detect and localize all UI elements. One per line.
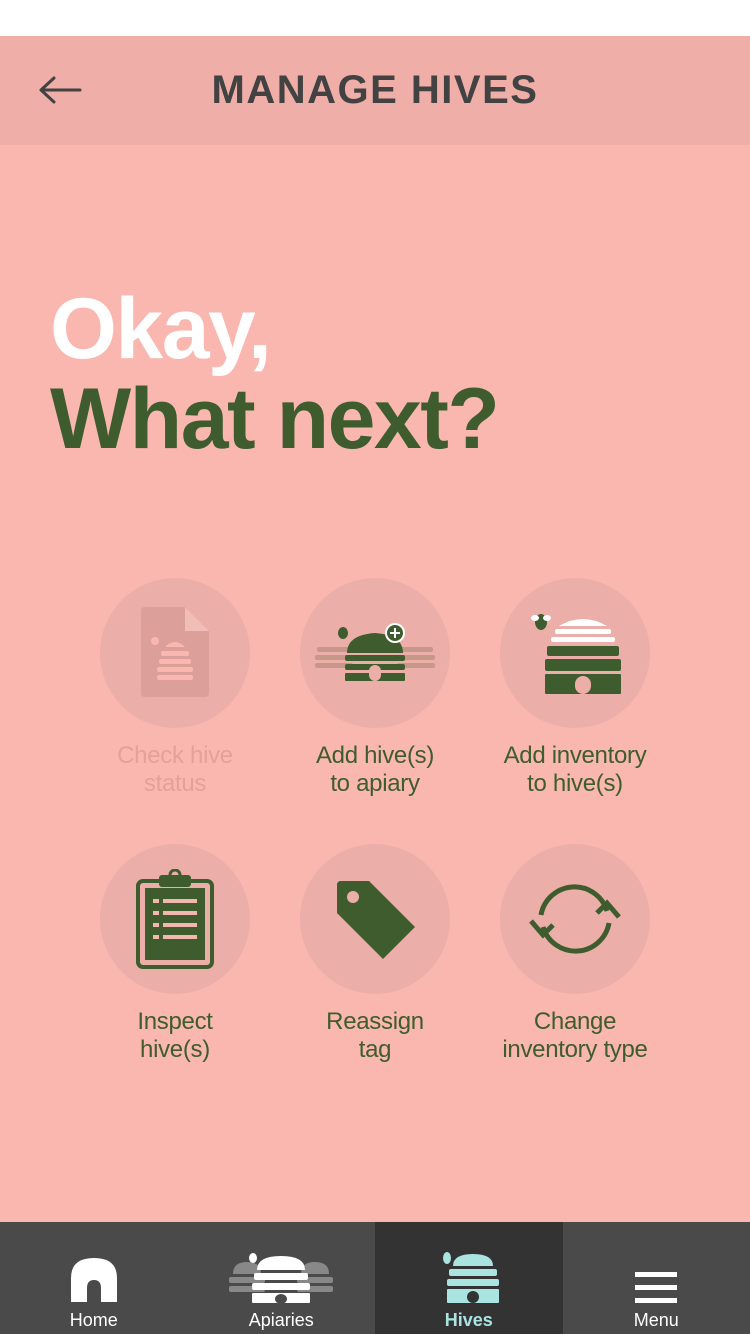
action-circle [100,578,250,728]
add-hive-to-apiary-icon [315,623,435,681]
home-icon [70,1258,117,1302]
back-button[interactable] [28,58,92,122]
hive-icon [442,1252,499,1303]
arrow-left-icon [39,76,82,104]
action-label: Check hive status [117,742,233,797]
tag-icon [337,881,415,959]
tab-label: Menu [633,1310,679,1330]
headline-line-2: What next? [50,371,500,467]
top-header: MANAGE HIVES [0,36,750,145]
action-circle [500,844,650,994]
action-label: Add hive(s) to apiary [315,742,435,797]
change-inventory-type-button[interactable]: Change inventory type [475,844,675,1064]
action-circle [300,844,450,994]
action-label: Add inventory to hive(s) [503,742,647,797]
add-hives-to-apiary-button[interactable]: Add hive(s) to apiary [275,578,475,798]
apiaries-icon [229,1253,334,1304]
tab-apiaries[interactable]: Apiaries [188,1222,376,1334]
tab-home[interactable]: Home [0,1222,188,1334]
hive-status-document-icon [141,607,209,697]
inspect-hives-button[interactable]: Inspect hive(s) [75,844,275,1064]
bottom-tab-bar: Home Apiaries Hives Menu [0,1222,750,1334]
action-label: Inspect hive(s) [137,1008,213,1063]
reassign-tag-button[interactable]: Reassign tag [275,844,475,1064]
action-label: Reassign tag [326,1008,424,1063]
headline-line-1: Okay, [50,281,272,377]
refresh-cycle-icon [529,884,621,954]
action-label: Change inventory type [502,1008,648,1063]
add-inventory-hive-icon [531,614,621,694]
status-bar [0,0,750,36]
action-circle [100,844,250,994]
tab-label: Home [69,1310,118,1330]
hamburger-menu-icon [635,1272,678,1303]
add-inventory-to-hives-button[interactable]: Add inventory to hive(s) [475,578,675,798]
tab-label: Hives [444,1310,493,1330]
action-circle [500,578,650,728]
action-circle [300,578,450,728]
page-title: MANAGE HIVES [211,68,539,112]
tab-label: Apiaries [248,1310,314,1330]
check-hive-status-button[interactable]: Check hive status [75,578,275,798]
headline: Okay, What next? [50,281,500,467]
tab-menu[interactable]: Menu [563,1222,750,1334]
clipboard-icon [136,869,214,969]
tab-hives[interactable]: Hives [375,1222,563,1334]
